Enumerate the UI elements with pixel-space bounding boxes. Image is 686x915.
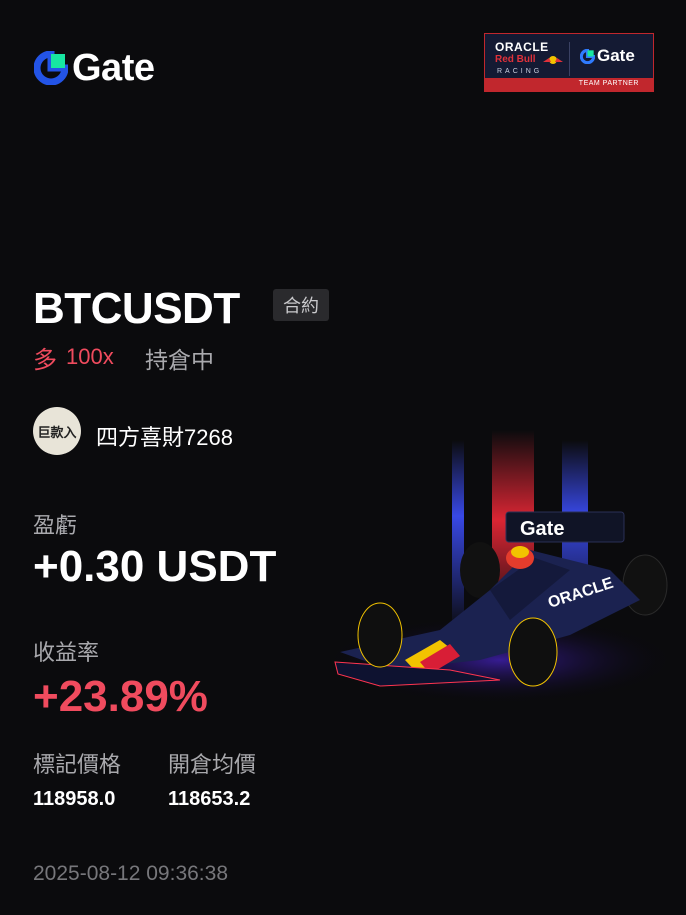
roi-value: +23.89% xyxy=(33,672,208,721)
entry-price-value: 118653.2 xyxy=(168,788,251,810)
logo-wordmark: Gate xyxy=(72,46,155,89)
partner-racing-text: RACING xyxy=(497,68,543,75)
partner-gate-logo: Gate xyxy=(580,46,635,66)
partner-redbull-text: Red Bull xyxy=(495,54,536,65)
timestamp: 2025-08-12 09:36:38 xyxy=(33,862,228,885)
partner-strip: TEAM PARTNER xyxy=(485,78,653,91)
position-side: 多 xyxy=(33,347,57,374)
entry-price-label: 開倉均價 xyxy=(168,752,257,777)
bull-icon xyxy=(543,56,563,64)
mark-price-label: 標記價格 xyxy=(33,752,122,777)
pnl-label: 盈虧 xyxy=(33,513,78,538)
gate-logo-icon xyxy=(34,51,68,85)
gate-logo-icon xyxy=(580,48,595,64)
mark-price-value: 118958.0 xyxy=(33,788,116,810)
contract-tag: 合約 xyxy=(273,289,329,321)
avatar: 巨款入 xyxy=(33,407,81,455)
team-partner-text: TEAM PARTNER xyxy=(578,80,639,87)
gate-logo: Gate xyxy=(34,46,155,89)
partner-oracle-text: ORACLE xyxy=(495,40,549,54)
pnl-value: +0.30 USDT xyxy=(33,542,277,591)
svg-text:Gate: Gate xyxy=(520,518,564,540)
race-car-illustration: Gate ORACLE xyxy=(320,430,680,705)
partner-gate-text: Gate xyxy=(597,46,635,65)
position-status: 持倉中 xyxy=(145,347,214,373)
leverage: 100x xyxy=(66,344,114,369)
roi-label: 收益率 xyxy=(33,640,100,665)
partner-divider xyxy=(569,42,570,76)
symbol-title: BTCUSDT xyxy=(33,284,240,333)
team-partner-badge: ORACLE Red Bull RACING Gate TEAM PARTNER xyxy=(484,33,654,92)
username: 四方喜財7268 xyxy=(96,425,233,450)
avatar-text: 巨款入 xyxy=(37,424,77,440)
